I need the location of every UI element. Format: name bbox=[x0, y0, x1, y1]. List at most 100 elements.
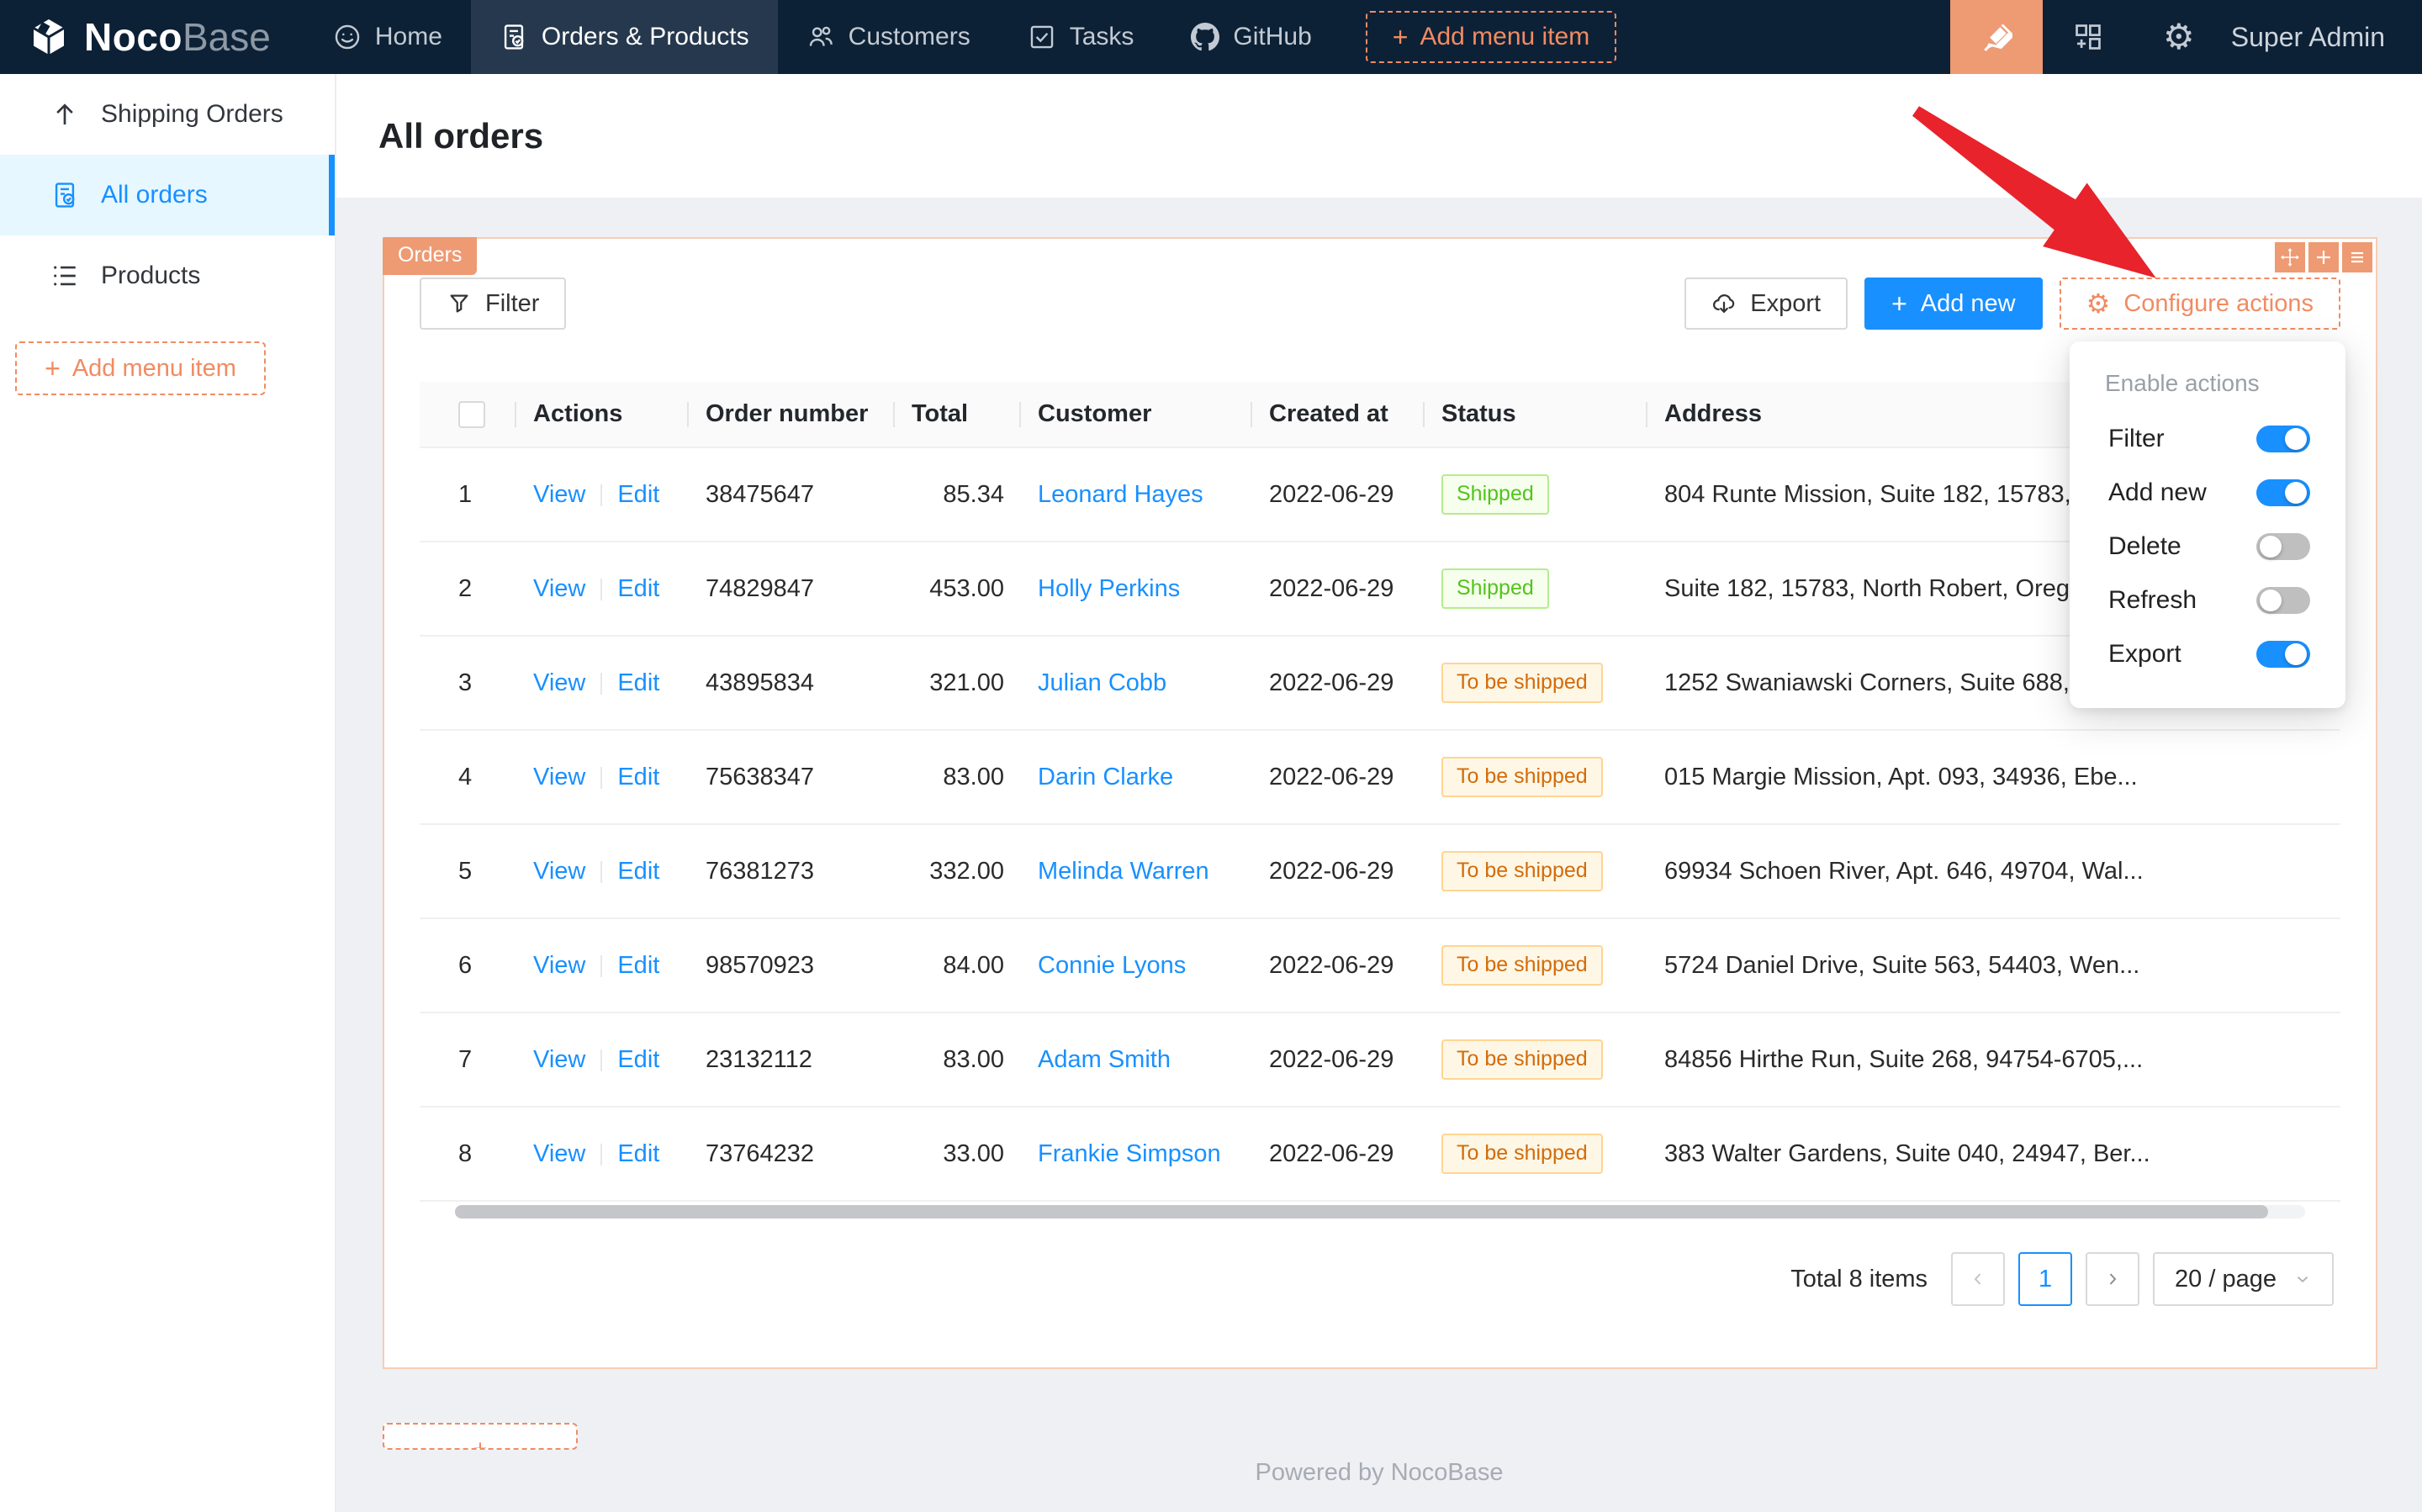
actions-divider bbox=[600, 579, 602, 600]
table-row: 2ViewEdit74829847453.00Holly Perkins2022… bbox=[420, 542, 2340, 636]
edit-link[interactable]: Edit bbox=[617, 1046, 659, 1073]
customer-link[interactable]: Adam Smith bbox=[1038, 1046, 1171, 1073]
nav-item-label: Tasks bbox=[1070, 23, 1134, 51]
nocobase-logo[interactable]: NocoBase bbox=[0, 0, 304, 74]
nav-item-tasks[interactable]: Tasks bbox=[999, 0, 1163, 74]
view-link[interactable]: View bbox=[533, 669, 585, 696]
toggle-knob bbox=[2260, 536, 2282, 558]
view-link[interactable]: View bbox=[533, 1046, 585, 1073]
sidebar-item-all-orders[interactable]: All orders bbox=[0, 155, 335, 235]
edit-link[interactable]: Edit bbox=[617, 481, 659, 508]
edit-link[interactable]: Edit bbox=[617, 858, 659, 885]
page-1-button[interactable]: 1 bbox=[2018, 1252, 2072, 1306]
edit-link[interactable]: Edit bbox=[617, 575, 659, 602]
table-row: 8ViewEdit7376423233.00Frankie Simpson202… bbox=[420, 1107, 2340, 1201]
plugin-manager-button[interactable] bbox=[2043, 0, 2134, 74]
column-header-status: Status bbox=[1425, 382, 1647, 447]
plus-icon: + bbox=[1393, 24, 1409, 50]
edit-link[interactable]: Edit bbox=[617, 952, 659, 979]
filter-button[interactable]: Filter bbox=[420, 278, 566, 330]
sidebar-item-shipping-orders[interactable]: Shipping Orders bbox=[0, 74, 335, 155]
toggle-knob bbox=[2285, 482, 2307, 504]
created-at-cell: 2022-06-29 bbox=[1252, 542, 1425, 636]
sidebar-item-products[interactable]: Products bbox=[0, 235, 335, 316]
configure-actions-button[interactable]: ⚙ Configure actions bbox=[2060, 278, 2340, 330]
view-link[interactable]: View bbox=[533, 575, 585, 602]
customer-link[interactable]: Melinda Warren bbox=[1038, 858, 1209, 885]
customer-link[interactable]: Leonard Hayes bbox=[1038, 481, 1203, 508]
customer-link[interactable]: Frankie Simpson bbox=[1038, 1140, 1221, 1167]
table-row: 7ViewEdit2313211283.00Adam Smith2022-06-… bbox=[420, 1012, 2340, 1107]
user-menu[interactable]: Super Admin bbox=[2224, 0, 2422, 74]
order-number-cell: 23132112 bbox=[689, 1012, 895, 1107]
customer-link[interactable]: Holly Perkins bbox=[1038, 575, 1180, 602]
total-cell: 321.00 bbox=[895, 636, 1021, 730]
view-link[interactable]: View bbox=[533, 858, 585, 885]
status-cell: Shipped bbox=[1425, 447, 1647, 542]
pagination-total: Total 8 items bbox=[1790, 1266, 1928, 1293]
sidebar-add-menu-item-button[interactable]: + Add menu item bbox=[15, 341, 266, 395]
select-all-checkbox[interactable] bbox=[458, 401, 485, 428]
toggle-switch[interactable] bbox=[2256, 587, 2310, 614]
system-settings-button[interactable]: ⚙ bbox=[2134, 0, 2224, 74]
page-size-select[interactable]: 20 / page bbox=[2153, 1252, 2334, 1306]
block-designer-toolbar bbox=[2275, 242, 2372, 272]
toolbar-actions: Export + Add new ⚙ Configure actions bbox=[1684, 278, 2340, 330]
menu-item-refresh[interactable]: Refresh bbox=[2070, 574, 2345, 627]
next-page-button[interactable] bbox=[2086, 1252, 2139, 1306]
menu-item-export[interactable]: Export bbox=[2070, 627, 2345, 681]
total-cell: 84.00 bbox=[895, 918, 1021, 1012]
view-link[interactable]: View bbox=[533, 1140, 585, 1167]
drag-handle-icon[interactable] bbox=[2275, 242, 2305, 272]
navbar-add-menu-item-button[interactable]: + Add menu item bbox=[1366, 11, 1616, 63]
address-cell: 5724 Daniel Drive, Suite 563, 54403, Wen… bbox=[1647, 918, 2340, 1012]
edit-link[interactable]: Edit bbox=[617, 1140, 659, 1167]
export-button[interactable]: Export bbox=[1684, 278, 1848, 330]
ui-editor-button[interactable] bbox=[1950, 0, 2043, 74]
order-number-cell: 75638347 bbox=[689, 730, 895, 824]
sidebar-item-label: All orders bbox=[101, 181, 208, 209]
nav-item-label: Customers bbox=[849, 23, 970, 51]
table-header-row: Actions Order number Total Customer Crea… bbox=[420, 382, 2340, 447]
toggle-switch[interactable] bbox=[2256, 533, 2310, 560]
sidebar-item-label: Products bbox=[101, 262, 200, 290]
row-actions: View Edit bbox=[516, 918, 689, 1012]
view-link[interactable]: View bbox=[533, 481, 585, 508]
edit-link[interactable]: Edit bbox=[617, 669, 659, 696]
view-link[interactable]: View bbox=[533, 764, 585, 790]
customer-link[interactable]: Connie Lyons bbox=[1038, 952, 1186, 979]
nav-item-orders-products[interactable]: Orders & Products bbox=[471, 0, 778, 74]
sidebar: Shipping Orders All orders Products + Ad… bbox=[0, 74, 336, 1512]
toggle-switch[interactable] bbox=[2256, 479, 2310, 506]
previous-page-button[interactable] bbox=[1951, 1252, 2005, 1306]
total-cell: 453.00 bbox=[895, 542, 1021, 636]
menu-item-delete[interactable]: Delete bbox=[2070, 520, 2345, 574]
table-row: 5ViewEdit76381273332.00Melinda Warren202… bbox=[420, 824, 2340, 918]
nav-item-github[interactable]: GitHub bbox=[1162, 0, 1340, 74]
address-cell: 69934 Schoen River, Apt. 646, 49704, Wal… bbox=[1647, 824, 2340, 918]
toggle-switch[interactable] bbox=[2256, 641, 2310, 668]
configure-actions-label: Configure actions bbox=[2123, 290, 2314, 318]
add-block-button[interactable]: + Add block bbox=[383, 1423, 578, 1450]
scrollbar-thumb[interactable] bbox=[455, 1205, 2268, 1219]
nav-item-home[interactable]: Home bbox=[304, 0, 471, 74]
toggle-knob bbox=[2260, 589, 2282, 611]
customer-link[interactable]: Darin Clarke bbox=[1038, 764, 1173, 790]
status-badge: Shipped bbox=[1441, 474, 1549, 515]
edit-link[interactable]: Edit bbox=[617, 764, 659, 790]
column-header-order-number: Order number bbox=[689, 382, 895, 447]
add-menu-item-label: Add menu item bbox=[72, 355, 236, 383]
menu-item-add-new[interactable]: Add new bbox=[2070, 466, 2345, 520]
block-menu-icon[interactable] bbox=[2342, 242, 2372, 272]
customer-link[interactable]: Julian Cobb bbox=[1038, 669, 1166, 696]
add-block-icon[interactable] bbox=[2308, 242, 2339, 272]
toggle-switch[interactable] bbox=[2256, 426, 2310, 452]
add-new-button[interactable]: + Add new bbox=[1864, 278, 2043, 330]
view-link[interactable]: View bbox=[533, 952, 585, 979]
nav-item-customers[interactable]: Customers bbox=[778, 0, 999, 74]
row-index: 6 bbox=[420, 918, 516, 1012]
gear-icon: ⚙ bbox=[2163, 19, 2195, 55]
created-at-cell: 2022-06-29 bbox=[1252, 824, 1425, 918]
pagination: Total 8 items 1 20 / page bbox=[384, 1252, 2334, 1306]
menu-item-filter[interactable]: Filter bbox=[2070, 412, 2345, 466]
